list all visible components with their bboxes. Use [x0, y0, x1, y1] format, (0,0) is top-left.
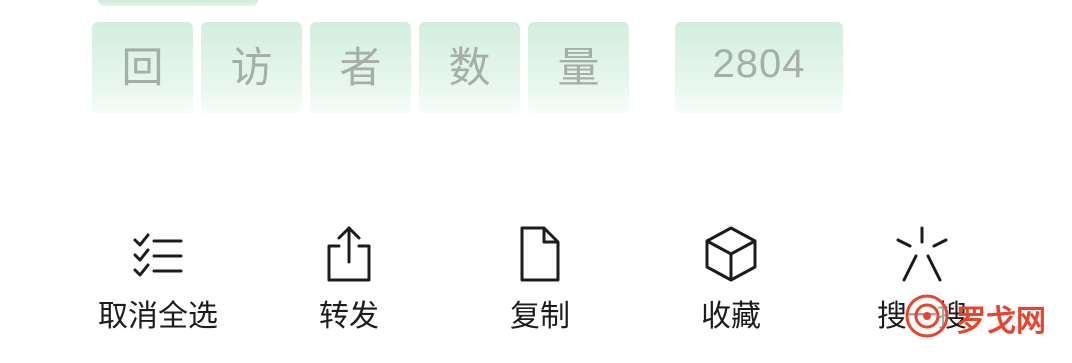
favorite-button[interactable]: 收藏 [651, 222, 811, 352]
deselect-all-button[interactable]: 取消全选 [78, 222, 238, 352]
checklist-icon [128, 222, 188, 286]
forward-button[interactable]: 转发 [269, 222, 429, 352]
search-one-search-button[interactable]: 搜一搜 [842, 222, 1002, 352]
counter-tile: 访 [201, 22, 302, 114]
counter-tile: 量 [528, 22, 629, 114]
favorite-label: 收藏 [701, 299, 761, 334]
sparkle-icon [892, 222, 952, 286]
counter-tile: 回 [92, 22, 193, 114]
counter-tile: 者 [310, 22, 411, 114]
document-icon [510, 222, 570, 286]
share-icon [319, 222, 379, 286]
deselect-all-label: 取消全选 [98, 299, 218, 334]
copy-label: 复制 [510, 299, 570, 334]
search-one-search-label: 搜一搜 [877, 299, 967, 334]
visitor-count-tile: 2804 [675, 22, 843, 114]
copy-button[interactable]: 复制 [460, 222, 620, 352]
counter-tile: 数 [419, 22, 520, 114]
top-chip [98, 0, 258, 6]
cube-icon [701, 222, 761, 286]
forward-label: 转发 [319, 299, 379, 334]
